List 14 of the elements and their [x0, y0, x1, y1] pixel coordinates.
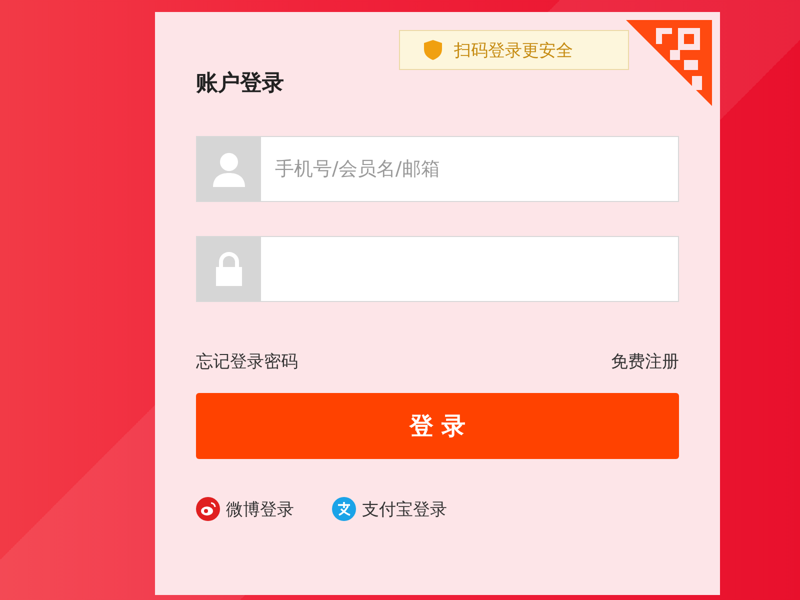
- shield-icon: [424, 40, 442, 60]
- social-login-link[interactable]: 微博登录: [196, 497, 294, 521]
- forgot-password-link[interactable]: 忘记登录密码: [196, 350, 298, 373]
- qr-code-icon[interactable]: [626, 20, 712, 106]
- login-title: 账户登录: [196, 69, 285, 98]
- password-field[interactable]: [196, 236, 679, 302]
- username-field[interactable]: 手机号/会员名/邮箱: [196, 136, 679, 202]
- alipay-icon: [332, 497, 356, 521]
- weibo-icon: [196, 497, 220, 521]
- lock-icon: [215, 252, 243, 286]
- register-link[interactable]: 免费注册: [611, 350, 679, 373]
- scan-tip-text: 扫码登录更安全: [454, 40, 573, 62]
- social-login-link[interactable]: 支付宝登录: [332, 497, 447, 521]
- user-icon: [212, 151, 246, 187]
